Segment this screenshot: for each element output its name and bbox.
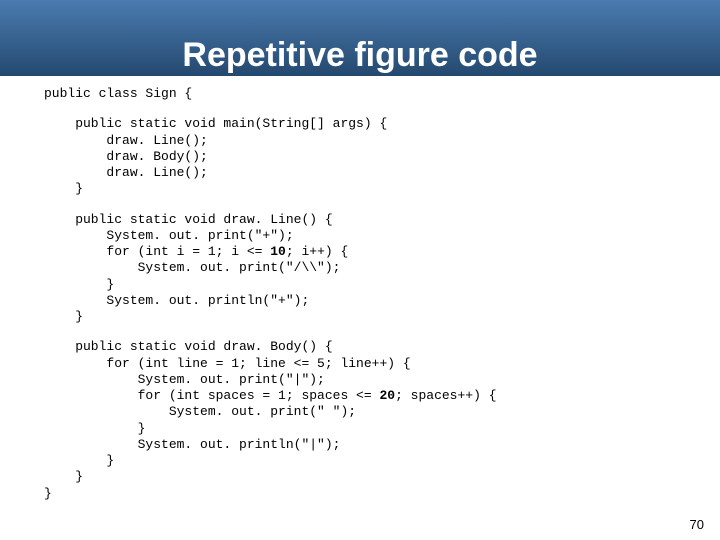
code-block: public class Sign { public static void m… bbox=[0, 76, 720, 502]
page-number: 70 bbox=[690, 517, 704, 532]
main-method: public static void main(String[] args) {… bbox=[44, 116, 720, 197]
drawline-method: public static void draw. Line() { System… bbox=[44, 212, 720, 326]
drawbody-body: for (int line = 1; line <= 5; line++) { … bbox=[44, 356, 720, 502]
class-declaration: public class Sign { bbox=[44, 86, 720, 102]
drawline-signature: public static void draw. Line() { bbox=[44, 212, 720, 228]
drawbody-method: public static void draw. Body() { for (i… bbox=[44, 339, 720, 502]
literal-ten: 10 bbox=[270, 244, 286, 259]
slide-title: Repetitive figure code bbox=[182, 38, 537, 74]
slide-header: Repetitive figure code bbox=[0, 0, 720, 76]
slide: Repetitive figure code public class Sign… bbox=[0, 0, 720, 540]
literal-twenty: 20 bbox=[379, 388, 395, 403]
drawline-body: System. out. print("+"); for (int i = 1;… bbox=[44, 228, 720, 326]
drawbody-signature: public static void draw. Body() { bbox=[44, 339, 720, 355]
